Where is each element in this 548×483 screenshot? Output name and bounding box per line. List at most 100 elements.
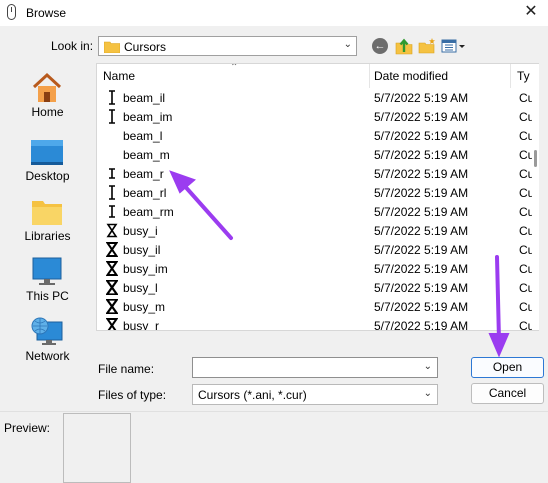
file-list[interactable]: ⌃ Name Date modified Ty beam_il 5/7/2022…	[96, 63, 539, 331]
home-icon	[32, 72, 62, 102]
file-name: beam_il	[123, 91, 166, 105]
chevron-down-icon: ⌄	[343, 39, 352, 50]
place-label: Network	[25, 349, 70, 363]
up-folder-button[interactable]	[395, 37, 413, 55]
sort-ascending-icon: ⌃	[230, 63, 239, 73]
file-name: beam_im	[123, 110, 173, 124]
place-label: This PC	[26, 289, 69, 303]
file-name: beam_m	[123, 148, 170, 162]
file-date: 5/7/2022 5:19 AM	[374, 148, 469, 162]
hourglass-cursor-icon	[106, 223, 118, 238]
table-row[interactable]: beam_rm 5/7/2022 5:19 AM Cu	[97, 202, 538, 221]
table-row[interactable]: beam_l 5/7/2022 5:19 AM Cu	[97, 126, 538, 145]
place-home[interactable]: Home	[6, 68, 89, 124]
file-name-label: File name:	[98, 362, 155, 376]
place-libraries[interactable]: Libraries	[6, 192, 89, 248]
desktop-icon	[31, 140, 63, 165]
column-divider[interactable]	[369, 64, 370, 88]
file-name: beam_l	[123, 129, 163, 143]
new-folder-button[interactable]	[418, 37, 436, 55]
hourglass-cursor-icon	[106, 280, 118, 295]
places-bar: Home Desktop Libraries This PC Network	[6, 64, 89, 364]
open-button[interactable]: Open	[471, 357, 544, 378]
files-of-type-dropdown[interactable]: Cursors (*.ani, *.cur) ⌄	[192, 384, 438, 405]
back-arrow-icon: ←	[374, 40, 386, 52]
file-name: busy_m	[123, 300, 166, 314]
file-date: 5/7/2022 5:19 AM	[374, 281, 469, 295]
file-name: busy_im	[123, 262, 168, 276]
column-divider[interactable]	[510, 64, 511, 88]
chevron-down-icon: ⌄	[423, 388, 432, 399]
file-date: 5/7/2022 5:19 AM	[374, 110, 469, 124]
file-name-input[interactable]: ⌄	[192, 357, 438, 378]
table-row[interactable]: busy_l 5/7/2022 5:19 AM Cu	[97, 278, 538, 297]
file-date: 5/7/2022 5:19 AM	[374, 300, 469, 314]
table-row[interactable]: busy_i 5/7/2022 5:19 AM Cu	[97, 221, 538, 240]
files-of-type-label: Files of type:	[98, 388, 167, 402]
cancel-button[interactable]: Cancel	[471, 383, 544, 404]
table-row[interactable]: busy_m 5/7/2022 5:19 AM Cu	[97, 297, 538, 316]
column-header-name[interactable]: Name	[103, 64, 135, 88]
file-date: 5/7/2022 5:19 AM	[374, 205, 469, 219]
view-menu-button[interactable]	[441, 37, 467, 55]
network-icon	[31, 317, 63, 345]
files-of-type-value: Cursors (*.ani, *.cur)	[198, 388, 307, 402]
title-bar: Browse ✕	[0, 0, 548, 26]
vertical-scrollbar[interactable]	[532, 64, 539, 330]
table-row[interactable]: beam_rl 5/7/2022 5:19 AM Cu	[97, 183, 538, 202]
file-date: 5/7/2022 5:19 AM	[374, 224, 469, 238]
place-desktop[interactable]: Desktop	[6, 132, 89, 188]
hourglass-cursor-icon	[106, 318, 118, 330]
folder-icon	[104, 41, 120, 53]
table-row[interactable]: beam_il 5/7/2022 5:19 AM Cu	[97, 88, 538, 107]
table-row[interactable]: busy_r 5/7/2022 5:19 AM Cu	[97, 316, 538, 331]
file-date: 5/7/2022 5:19 AM	[374, 186, 469, 200]
file-date: 5/7/2022 5:19 AM	[374, 129, 469, 143]
place-network[interactable]: Network	[6, 312, 89, 368]
ibeam-cursor-icon	[109, 109, 115, 124]
view-menu-icon	[441, 39, 465, 53]
window-title: Browse	[26, 6, 67, 20]
up-folder-icon	[395, 38, 413, 55]
file-date: 5/7/2022 5:19 AM	[374, 243, 469, 257]
file-name: busy_i	[123, 224, 158, 238]
column-header-type[interactable]: Ty	[517, 64, 530, 88]
divider	[0, 411, 548, 412]
file-date: 5/7/2022 5:19 AM	[374, 262, 469, 276]
place-this-pc[interactable]: This PC	[6, 252, 89, 308]
scrollbar-thumb[interactable]	[534, 150, 537, 167]
table-row[interactable]: busy_im 5/7/2022 5:19 AM Cu	[97, 259, 538, 278]
back-button[interactable]: ←	[372, 38, 388, 54]
browse-dialog: Browse ✕ Look in: Cursors ⌄ ← Home Deskt…	[0, 0, 548, 483]
file-date: 5/7/2022 5:19 AM	[374, 91, 469, 105]
ibeam-cursor-icon	[109, 205, 115, 218]
this-pc-icon	[32, 257, 62, 285]
file-name: busy_l	[123, 281, 158, 295]
mouse-icon	[7, 4, 16, 20]
chevron-down-icon[interactable]: ⌄	[424, 361, 432, 372]
preview-label: Preview:	[4, 421, 51, 435]
preview-pane	[63, 413, 131, 483]
libraries-icon	[32, 201, 62, 225]
new-folder-icon	[418, 38, 435, 54]
table-row[interactable]: beam_m 5/7/2022 5:19 AM Cu	[97, 145, 538, 164]
file-name: beam_rm	[123, 205, 174, 219]
ibeam-cursor-icon	[109, 168, 115, 179]
ibeam-cursor-icon	[109, 90, 115, 105]
hourglass-cursor-icon	[106, 261, 118, 276]
look-in-value: Cursors	[124, 40, 167, 54]
table-row[interactable]: beam_r 5/7/2022 5:19 AM Cu	[97, 164, 538, 183]
place-label: Desktop	[25, 169, 70, 183]
hourglass-cursor-icon	[106, 299, 118, 314]
file-name: busy_r	[123, 319, 160, 331]
file-name: beam_r	[123, 167, 164, 181]
look-in-label: Look in:	[51, 39, 94, 53]
column-header-date[interactable]: Date modified	[374, 64, 448, 88]
file-date: 5/7/2022 5:19 AM	[374, 167, 469, 181]
table-row[interactable]: busy_il 5/7/2022 5:19 AM Cu	[97, 240, 538, 259]
file-name: beam_rl	[123, 186, 167, 200]
table-row[interactable]: beam_im 5/7/2022 5:19 AM Cu	[97, 107, 538, 126]
file-date: 5/7/2022 5:19 AM	[374, 319, 469, 331]
look-in-dropdown[interactable]: Cursors ⌄	[98, 36, 357, 56]
close-button[interactable]: ✕	[516, 1, 546, 25]
